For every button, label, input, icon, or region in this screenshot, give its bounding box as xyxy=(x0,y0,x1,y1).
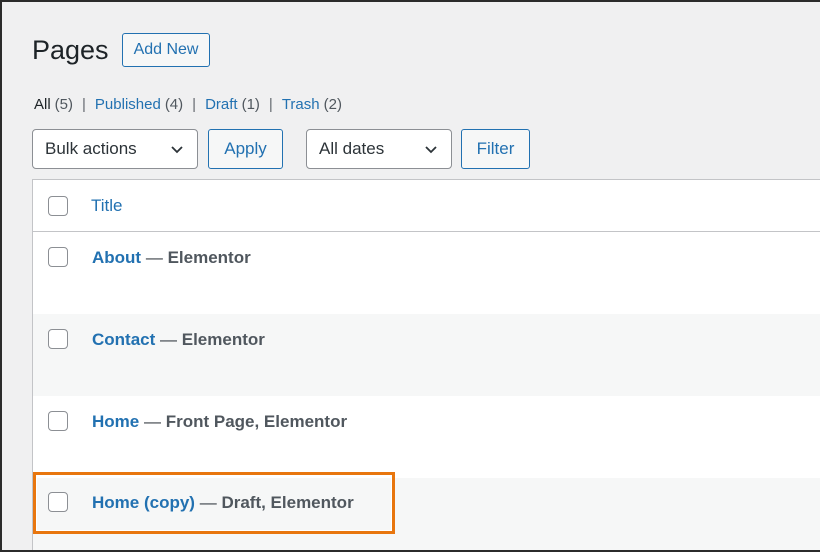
table-row: Home (copy) — Draft, Elementor xyxy=(33,478,820,550)
filter-all-link[interactable]: All (5) xyxy=(34,95,73,115)
filter-button[interactable]: Filter xyxy=(461,129,530,169)
row-checkbox[interactable] xyxy=(48,247,68,267)
row-title: Home (copy) — Draft, Elementor xyxy=(92,493,354,512)
dates-value: All dates xyxy=(319,139,385,158)
row-checkbox[interactable] xyxy=(48,411,68,431)
page-title: Pages xyxy=(32,35,109,65)
pages-screen: Pages Add New All (5) | Published (4) | Dr… xyxy=(0,0,820,552)
row-title: About — Elementor xyxy=(92,248,251,267)
status-filter-links: All (5) | Published (4) | Draft (1) | Trash… xyxy=(34,95,342,115)
page-state: Draft, Elementor xyxy=(221,493,354,512)
pages-table: Title About — Elementor Contact — Elemen… xyxy=(32,179,820,550)
column-title-sort[interactable]: Title xyxy=(91,196,123,216)
chevron-down-icon xyxy=(171,146,183,154)
page-state: Elementor xyxy=(181,330,265,349)
bulk-actions-value: Bulk actions xyxy=(45,139,137,158)
page-link-home-copy[interactable]: Home (copy) xyxy=(92,493,195,512)
page-link-home[interactable]: Home xyxy=(92,412,139,431)
row-checkbox[interactable] xyxy=(48,329,68,349)
apply-button[interactable]: Apply xyxy=(208,129,283,169)
filter-published-link[interactable]: Published (4) xyxy=(95,95,183,115)
page-link-about[interactable]: About xyxy=(92,248,141,267)
bulk-actions-select[interactable]: Bulk actions xyxy=(32,129,198,169)
table-row: About — Elementor xyxy=(33,232,820,314)
select-all-checkbox[interactable] xyxy=(48,195,68,216)
separator: | xyxy=(268,96,273,113)
table-row: Home — Front Page, Elementor xyxy=(33,396,820,478)
table-row: Contact — Elementor xyxy=(33,314,820,396)
separator: | xyxy=(192,96,197,113)
row-title: Home — Front Page, Elementor xyxy=(92,412,348,431)
chevron-down-icon xyxy=(425,146,437,154)
separator: | xyxy=(82,96,86,113)
dates-select[interactable]: All dates xyxy=(306,129,452,169)
table-nav: Bulk actions Apply All dates Filter xyxy=(32,129,530,169)
page-link-contact[interactable]: Contact xyxy=(92,330,155,349)
filter-draft-link[interactable]: Draft (1) xyxy=(205,95,260,115)
table-header: Title xyxy=(33,180,820,232)
page-header: Pages Add New xyxy=(32,32,211,68)
page-state: Elementor xyxy=(167,248,251,267)
row-title: Contact — Elementor xyxy=(92,330,265,349)
row-checkbox[interactable] xyxy=(48,492,68,512)
page-state: Front Page, Elementor xyxy=(165,412,348,431)
filter-trash-link[interactable]: Trash (2) xyxy=(282,95,342,115)
add-new-button[interactable]: Add New xyxy=(121,33,211,67)
